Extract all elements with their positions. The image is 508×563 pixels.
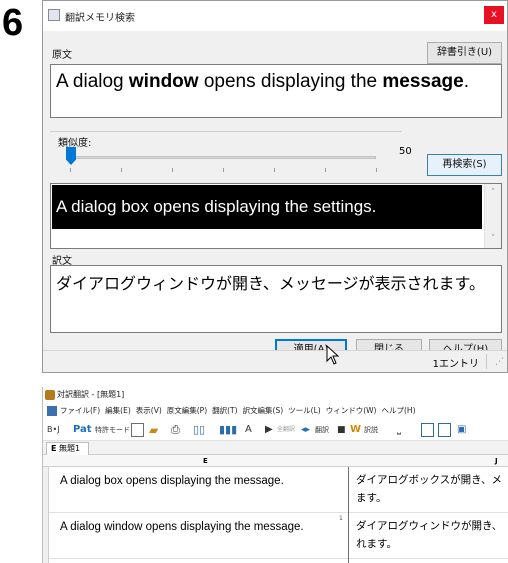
play-icon[interactable]: ▶ [265, 423, 273, 437]
table-row[interactable]: A dialog box opens displaying the messag… [49, 467, 508, 513]
target-cell[interactable]: ダイアログウィンドウが開き、 れます。 [354, 517, 508, 553]
table-row[interactable]: 1 A dialog window opens displaying the m… [49, 513, 508, 559]
slider-tick [70, 168, 71, 172]
document-icon [47, 406, 57, 416]
similarity-label: 類似度: [58, 138, 92, 149]
similarity-group: 類似度: [50, 131, 402, 172]
patent-mode-icon[interactable]: Pat [73, 423, 92, 437]
mouse-pointer-icon [326, 345, 340, 365]
app-logo-icon [45, 390, 55, 400]
menubar: ファイル(F) 編集(E) 表示(V) 原文編集(P) 翻訳(T) 訳文編集(S) ツール(… [43, 403, 508, 419]
new-document-icon[interactable] [131, 423, 144, 437]
column-header-e: E [203, 457, 208, 465]
slider-tick [274, 168, 275, 172]
translate-all-button[interactable]: 全翻訳 [277, 423, 295, 437]
translate-here-button[interactable]: 訳説 [364, 423, 378, 437]
slider-tick [172, 168, 173, 172]
menu-view[interactable]: 表示(V) [136, 403, 162, 419]
translate-button[interactable]: 翻訳 [315, 423, 329, 437]
scroll-up-icon[interactable]: ˄ [488, 188, 498, 198]
menu-target-edit[interactable]: 訳文編集(S) [243, 403, 284, 419]
menu-window[interactable]: ウィンドウ(W) [326, 403, 377, 419]
column-header: E J [43, 455, 508, 467]
menu-file[interactable]: ファイル(F) [60, 403, 100, 419]
split-view-icon[interactable] [421, 423, 434, 437]
source-label: 原文 [52, 50, 72, 61]
research-button[interactable]: 再検索(S) [427, 154, 502, 176]
close-icon[interactable]: x [484, 6, 504, 24]
column-header-j: J [495, 457, 498, 465]
similarity-slider-thumb[interactable] [66, 147, 76, 165]
target-cell[interactable]: ダイアログボックスが開き、メ ます。 [354, 471, 508, 507]
column-divider [348, 467, 349, 563]
translate-arrow-icon[interactable]: ◂▸ [301, 423, 310, 437]
book-icon[interactable]: ▣ [457, 423, 466, 437]
menu-help[interactable]: ヘルプ(H) [382, 403, 416, 419]
stop-icon[interactable]: ■ [337, 423, 346, 437]
dialog-statusbar: 1エントリ ⋰ [43, 350, 507, 372]
dialog-titlebar[interactable]: 翻訳メモリ検索 x [43, 1, 507, 31]
slider-tick [121, 168, 122, 172]
similarity-value: 50 [399, 146, 412, 157]
columns-icon[interactable]: ▮▮▮ [219, 423, 237, 437]
dictionary-lookup-button[interactable]: 辞書引き(U) [427, 42, 502, 64]
tab-untitled-1[interactable]: E 無題1 [46, 442, 90, 455]
word-icon[interactable]: W [350, 423, 361, 437]
match-list-scrollbar[interactable]: ˄ ˅ [484, 184, 501, 248]
source-cell[interactable]: A dialog box opens displaying the messag… [60, 475, 284, 487]
resize-grip-icon[interactable]: ⋰ [495, 357, 504, 367]
dialog-app-icon [48, 9, 60, 21]
toolbar: B•J Pat 特許モード ▰ ⎙ ▯▯ ▮▮▮ A ▶ 全翻訳 ◂▸ 翻訳 ■… [43, 419, 508, 441]
open-folder-icon[interactable]: ▰ [149, 423, 158, 437]
app-titlebar[interactable]: 対訳翻訳 - [無題1] [43, 387, 508, 403]
row-number: 1 [339, 515, 343, 522]
source-diff-word: message [382, 71, 464, 92]
horizontal-view-icon[interactable] [438, 423, 451, 437]
similarity-slider[interactable] [70, 156, 376, 159]
print-icon[interactable]: ⎙ [171, 423, 180, 437]
slider-tick [223, 168, 224, 172]
scroll-down-icon[interactable]: ˅ [488, 234, 498, 244]
entry-count: 1エントリ [432, 359, 479, 370]
source-cell[interactable]: A dialog window opens displaying the mes… [60, 521, 304, 533]
menu-source-edit[interactable]: 原文編集(P) [167, 403, 207, 419]
dictionary-switch-button[interactable]: B•J [47, 423, 60, 437]
font-icon[interactable]: A [245, 423, 252, 437]
match-results-list[interactable]: A dialog box opens displaying the settin… [50, 183, 502, 249]
document-tabs: E 無題1 [43, 441, 508, 455]
translation-memory-search-dialog: 翻訳メモリ検索 x 原文 辞書引き(U) A dialog window ope… [42, 0, 508, 373]
menu-edit[interactable]: 編集(E) [105, 403, 131, 419]
main-app-window: 対訳翻訳 - [無題1] ファイル(F) 編集(E) 表示(V) 原文編集(P) 翻訳(… [42, 387, 508, 563]
selected-match-item[interactable]: A dialog box opens displaying the settin… [52, 185, 482, 229]
slider-tick [376, 168, 377, 172]
menu-tools[interactable]: ツール(L) [288, 403, 321, 419]
step-number: 6 [2, 2, 24, 44]
target-text-field[interactable]: ダイアログウィンドウが開き、メッセージが表示されます。 [50, 265, 502, 333]
menu-translate[interactable]: 翻訳(T) [212, 403, 237, 419]
space-icon[interactable]: ⎵ [397, 423, 401, 437]
source-text-field[interactable]: A dialog window opens displaying the mes… [50, 64, 502, 118]
layout-icon[interactable]: ▯▯ [193, 423, 205, 437]
slider-tick [325, 168, 326, 172]
patent-mode-button[interactable]: 特許モード [95, 423, 130, 437]
dialog-title: 翻訳メモリ検索 [65, 13, 135, 24]
status-separator [486, 354, 487, 369]
app-title: 対訳翻訳 - [無題1] [57, 390, 125, 399]
source-diff-word: window [128, 71, 199, 92]
